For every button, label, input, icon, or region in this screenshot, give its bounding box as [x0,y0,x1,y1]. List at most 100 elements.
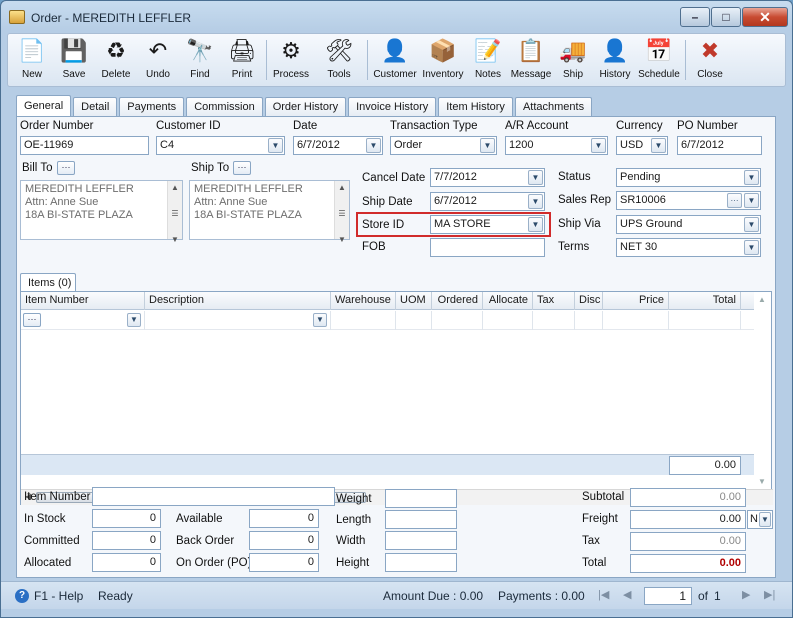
tab-invoice-history[interactable]: Invoice History [348,97,437,117]
chevron-down-icon[interactable]: ▼ [528,194,543,209]
transaction-type-select[interactable]: Order ▼ [390,136,497,155]
cancel-date-picker[interactable]: 7/7/2012 ▼ [430,168,545,187]
help-icon[interactable]: ? [15,589,29,603]
previous-page-icon[interactable]: ◀ [623,588,631,601]
order-number-field[interactable]: OE-11969 [20,136,149,155]
customer-button[interactable]: 👤 Customer [371,36,419,86]
col-uom[interactable]: UOM [396,292,432,310]
customer-id-combo[interactable]: C4 ▼ [156,136,285,155]
chevron-down-icon[interactable]: ▼ [591,138,606,153]
ellipsis-icon[interactable]: ··· [727,193,742,208]
ship-to-lookup-button[interactable]: ··· [233,161,251,175]
table-cell[interactable] [575,311,603,330]
ellipsis-icon[interactable]: ··· [23,313,41,327]
col-warehouse[interactable]: Warehouse [331,292,396,310]
col-description[interactable]: Description [145,292,331,310]
chevron-down-icon[interactable]: ▼ [480,138,495,153]
bill-to-address[interactable]: MEREDITH LEFFLER Attn: Anne Sue 18A BI-S… [20,180,183,244]
minimize-button[interactable]: – [680,7,710,27]
item-number-field[interactable] [92,487,335,506]
table-cell[interactable] [669,311,741,330]
chevron-down-icon[interactable]: ▼ [744,170,759,185]
find-button[interactable]: 🔭 Find [178,36,222,86]
table-cell[interactable] [331,311,396,330]
tools-button[interactable]: 🛠 Tools [313,36,365,86]
tab-commission[interactable]: Commission [186,97,263,117]
col-total[interactable]: Total [669,292,741,310]
new-button[interactable]: 📄 New [10,36,54,86]
tab-order-history[interactable]: Order History [264,97,347,117]
col-item-number[interactable]: Item Number [21,292,145,310]
chevron-down-icon[interactable]: ▼ [744,240,759,255]
item-number-cell[interactable]: ··· ▼ [21,311,145,330]
chevron-down-icon[interactable]: ▼ [313,313,327,327]
delete-button[interactable]: ♻ Delete [94,36,138,86]
date-picker[interactable]: 6/7/2012 ▼ [293,136,383,155]
col-ordered[interactable]: Ordered [432,292,483,310]
terms-select[interactable]: NET 30 ▼ [616,238,761,257]
chevron-down-icon[interactable]: ▼ [528,170,543,185]
po-number-field[interactable]: 6/7/2012 [677,136,762,155]
col-allocate[interactable]: Allocate [483,292,533,310]
next-page-icon[interactable]: ▶ [742,588,750,601]
inventory-button[interactable]: 📦 Inventory [419,36,467,86]
ship-to-address[interactable]: MEREDITH LEFFLER Attn: Anne Sue 18A BI-S… [189,180,350,244]
maximize-button[interactable]: □ [711,7,741,27]
message-button[interactable]: 📋 Message [508,36,554,86]
scroll-up-icon[interactable]: ▲ [758,295,766,304]
description-cell[interactable]: ▼ [145,311,331,330]
chevron-down-icon[interactable]: ▼ [651,138,666,153]
tab-detail[interactable]: Detail [73,97,118,117]
close-button[interactable]: ✖ Close [688,36,732,86]
table-cell[interactable] [533,311,575,330]
bill-to-lookup-button[interactable]: ··· [57,161,75,175]
process-button[interactable]: ⚙ Process [269,36,313,86]
fob-field[interactable] [430,238,545,257]
currency-select[interactable]: USD ▼ [616,136,668,155]
scroll-down-icon[interactable]: ▼ [758,477,766,486]
page-number-input[interactable]: 1 [644,587,692,605]
bill-to-scrollbar[interactable]: ▲ ☰ ▼ [167,181,182,244]
store-id-combo[interactable]: MA STORE ▼ [430,215,545,234]
help-link[interactable]: F1 - Help [34,589,83,603]
last-page-icon[interactable]: ▶| [764,588,775,601]
chevron-down-icon[interactable]: ▼ [127,313,141,327]
save-button[interactable]: 💾 Save [52,36,96,86]
first-page-icon[interactable]: |◀ [598,588,609,601]
close-window-button[interactable]: ✕ [742,7,788,27]
tab-item-history[interactable]: Item History [438,97,513,117]
chevron-down-icon[interactable]: ▼ [744,217,759,232]
tab-payments[interactable]: Payments [119,97,185,117]
table-cell[interactable] [483,311,533,330]
status-select[interactable]: Pending ▼ [616,168,761,187]
tab-attachments[interactable]: Attachments [514,97,593,117]
ship-to-scrollbar[interactable]: ▲ ☰ ▼ [334,181,349,244]
chevron-down-icon[interactable]: ▼ [366,138,381,153]
grid-vertical-scrollbar[interactable]: ▲ ▼ [754,292,771,489]
ship-button[interactable]: 🚚 Ship [551,36,595,86]
col-disc[interactable]: Disc [575,292,603,310]
ship-date-picker[interactable]: 6/7/2012 ▼ [430,192,545,211]
chevron-down-icon[interactable]: ▼ [759,512,771,527]
ar-account-combo[interactable]: 1200 ▼ [505,136,608,155]
col-tax[interactable]: Tax [533,292,575,310]
notes-button[interactable]: 📝 Notes [466,36,510,86]
print-button[interactable]: 🖨 Print [220,36,264,86]
schedule-button[interactable]: 📅 Schedule [636,36,682,86]
freight-field[interactable]: 0.00 [630,510,746,529]
chevron-down-icon[interactable]: ▼ [268,138,283,153]
history-button[interactable]: 👤 History [593,36,637,86]
table-cell[interactable] [396,311,432,330]
page-of-label: of [698,589,709,603]
sales-rep-combo[interactable]: SR10006 ··· ▼ [616,191,761,210]
table-cell[interactable] [432,311,483,330]
undo-button[interactable]: ↶ Undo [136,36,180,86]
chevron-down-icon[interactable]: ▼ [744,193,759,208]
freight-code-select[interactable]: N ▼ [747,510,773,529]
tab-general[interactable]: General [16,95,72,117]
chevron-down-icon[interactable]: ▼ [528,217,543,232]
items-tab[interactable]: Items (0) [20,273,76,292]
table-cell[interactable] [603,311,669,330]
col-price[interactable]: Price [603,292,669,310]
ship-via-select[interactable]: UPS Ground ▼ [616,215,761,234]
